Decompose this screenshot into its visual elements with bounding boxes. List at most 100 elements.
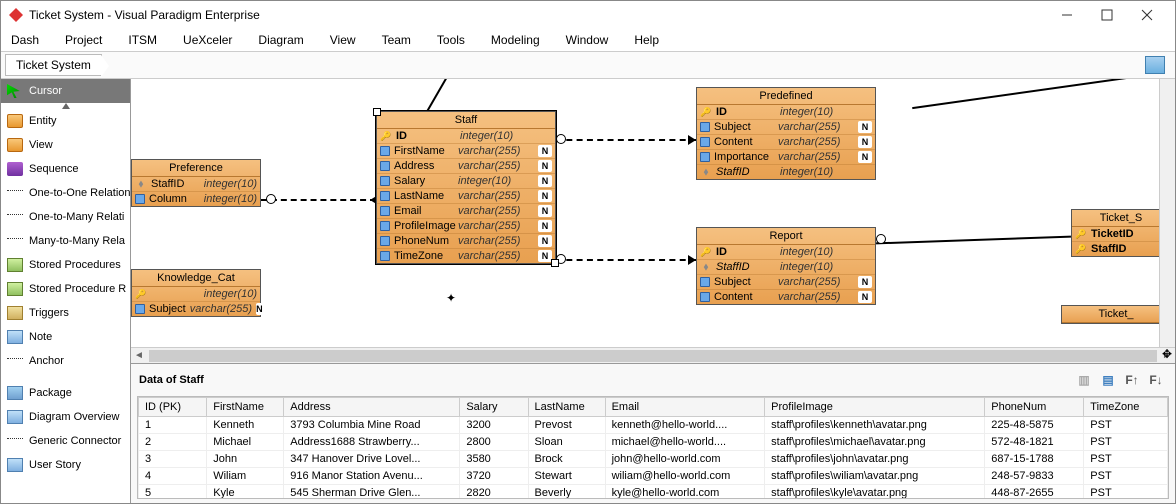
entity-column[interactable]: Contentvarchar(255)N — [697, 135, 875, 150]
grid-cell[interactable]: staff\profiles\kyle\avatar.png — [765, 485, 985, 500]
menu-team[interactable]: Team — [382, 33, 411, 47]
table-row[interactable]: 1Kenneth3793 Columbia Mine Road3200Prevo… — [139, 417, 1168, 434]
entity-column[interactable]: Columninteger(10) — [132, 192, 260, 206]
grid-cell[interactable]: Beverly — [528, 485, 605, 500]
grid-cell[interactable]: PST — [1084, 417, 1168, 434]
diagram-tool-icon[interactable] — [1145, 56, 1165, 74]
palette-entity[interactable]: Entity — [1, 109, 130, 133]
entity-column[interactable]: Importancevarchar(255)N — [697, 150, 875, 165]
grid-cell[interactable]: 225-48-5875 — [985, 417, 1084, 434]
diagram-canvas[interactable]: ✦ PreferenceStaffIDinteger(10)Columninte… — [131, 79, 1175, 347]
entity-staff[interactable]: StaffIDinteger(10)FirstNamevarchar(255)N… — [376, 111, 556, 264]
palette-user-story[interactable]: User Story — [1, 453, 130, 477]
grid-cell[interactable]: 248-57-9833 — [985, 468, 1084, 485]
grid-cell[interactable]: kyle@hello-world.com — [605, 485, 765, 500]
grid-header[interactable]: TimeZone — [1084, 398, 1168, 417]
grid-cell[interactable]: Michael — [207, 434, 284, 451]
palette-cursor[interactable]: Cursor — [1, 79, 130, 103]
search-data-icon[interactable]: ▤ — [1097, 370, 1119, 390]
entity-report[interactable]: ReportIDinteger(10)StaffIDinteger(10)Sub… — [696, 227, 876, 305]
grid-cell[interactable]: 3720 — [460, 468, 528, 485]
grid-header[interactable]: Salary — [460, 398, 528, 417]
grid-cell[interactable]: Brock — [528, 451, 605, 468]
grid-cell[interactable]: 5 — [139, 485, 207, 500]
grid-header[interactable]: PhoneNum — [985, 398, 1084, 417]
entity-column[interactable]: TimeZonevarchar(255)N — [377, 249, 555, 263]
grid-cell[interactable]: PST — [1084, 485, 1168, 500]
grid-cell[interactable]: 3200 — [460, 417, 528, 434]
menu-uexceler[interactable]: UeXceler — [183, 33, 232, 47]
grid-header[interactable]: LastName — [528, 398, 605, 417]
palette-many-to-many-rela[interactable]: Many-to-Many Rela — [1, 229, 130, 253]
menu-modeling[interactable]: Modeling — [491, 33, 540, 47]
maximize-button[interactable] — [1087, 3, 1127, 27]
palette-stored-procedure-r[interactable]: Stored Procedure R — [1, 277, 130, 301]
entity-column[interactable]: StaffIDinteger(10) — [697, 165, 875, 179]
entity-column[interactable]: StaffIDinteger(10) — [697, 260, 875, 275]
menu-tools[interactable]: Tools — [437, 33, 465, 47]
entity-column[interactable]: integer(10) — [132, 287, 260, 302]
scroll-thumb[interactable] — [149, 350, 1157, 362]
grid-cell[interactable]: michael@hello-world.... — [605, 434, 765, 451]
table-row[interactable]: 4Wiliam916 Manor Station Avenu...3720Ste… — [139, 468, 1168, 485]
entity-column[interactable]: TicketID — [1072, 227, 1170, 242]
grid-cell[interactable]: 2 — [139, 434, 207, 451]
grid-cell[interactable]: Wiliam — [207, 468, 284, 485]
pan-handle-icon[interactable]: ✥ — [1159, 347, 1175, 363]
horizontal-scrollbar[interactable]: ◄ ► — [131, 347, 1175, 363]
palette-triggers[interactable]: Triggers — [1, 301, 130, 325]
connector-port[interactable] — [876, 234, 886, 244]
minimize-button[interactable] — [1047, 3, 1087, 27]
grid-header[interactable]: Address — [284, 398, 460, 417]
font-decrease-icon[interactable]: F↓ — [1145, 370, 1167, 390]
entity-column[interactable]: Emailvarchar(255)N — [377, 204, 555, 219]
entity-column[interactable]: Addressvarchar(255)N — [377, 159, 555, 174]
palette-anchor[interactable]: Anchor — [1, 349, 130, 373]
grid-cell[interactable]: staff\profiles\john\avatar.png — [765, 451, 985, 468]
entity-column[interactable]: IDinteger(10) — [697, 245, 875, 260]
entity-column[interactable]: IDinteger(10) — [697, 105, 875, 120]
entity-column[interactable]: Subjectvarchar(255)N — [132, 302, 260, 316]
entity-column[interactable]: LastNamevarchar(255)N — [377, 189, 555, 204]
connector[interactable] — [556, 139, 696, 141]
grid-cell[interactable]: 2800 — [460, 434, 528, 451]
entity-ticket_s[interactable]: Ticket_STicketIDStaffID — [1071, 209, 1171, 257]
connector[interactable] — [876, 236, 1071, 245]
grid-cell[interactable]: 4 — [139, 468, 207, 485]
palette-stored-procedures[interactable]: Stored Procedures — [1, 253, 130, 277]
grid-cell[interactable]: PST — [1084, 468, 1168, 485]
grid-cell[interactable]: 545 Sherman Drive Glen... — [284, 485, 460, 500]
connector[interactable] — [556, 259, 696, 261]
grid-cell[interactable]: kenneth@hello-world.... — [605, 417, 765, 434]
connector-port[interactable]: ✦ — [446, 294, 456, 304]
menu-dash[interactable]: Dash — [11, 33, 39, 47]
entity-column[interactable]: PhoneNumvarchar(255)N — [377, 234, 555, 249]
palette-one-to-one-relation[interactable]: One-to-One Relation — [1, 181, 130, 205]
grid-cell[interactable]: wiliam@hello-world.com — [605, 468, 765, 485]
grid-cell[interactable]: Kenneth — [207, 417, 284, 434]
grid-header[interactable]: ProfileImage — [765, 398, 985, 417]
grid-cell[interactable]: 3 — [139, 451, 207, 468]
menu-view[interactable]: View — [330, 33, 356, 47]
grid-cell[interactable]: John — [207, 451, 284, 468]
table-row[interactable]: 2MichaelAddress1688 Strawberry...2800Slo… — [139, 434, 1168, 451]
grid-cell[interactable]: Kyle — [207, 485, 284, 500]
grid-cell[interactable]: 3793 Columbia Mine Road — [284, 417, 460, 434]
grid-cell[interactable]: 347 Hanover Drive Lovel... — [284, 451, 460, 468]
grid-header[interactable]: Email — [605, 398, 765, 417]
palette-note[interactable]: Note — [1, 325, 130, 349]
entity-column[interactable]: Contentvarchar(255)N — [697, 290, 875, 304]
grid-cell[interactable]: 572-48-1821 — [985, 434, 1084, 451]
entity-column[interactable]: Salaryinteger(10)N — [377, 174, 555, 189]
table-row[interactable]: 3John347 Hanover Drive Lovel...3580Brock… — [139, 451, 1168, 468]
entity-column[interactable]: StaffIDinteger(10) — [132, 177, 260, 192]
entity-column[interactable]: ProfileImagevarchar(255)N — [377, 219, 555, 234]
grid-cell[interactable]: 916 Manor Station Avenu... — [284, 468, 460, 485]
menu-itsm[interactable]: ITSM — [128, 33, 157, 47]
grid-header[interactable]: ID (PK) — [139, 398, 207, 417]
table-row[interactable]: 5Kyle545 Sherman Drive Glen...2820Beverl… — [139, 485, 1168, 500]
vertical-scrollbar[interactable] — [1159, 79, 1175, 347]
breadcrumb-item[interactable]: Ticket System — [5, 54, 102, 76]
palette-diagram-overview[interactable]: Diagram Overview — [1, 405, 130, 429]
entity-ticket[interactable]: Ticket_ — [1061, 305, 1171, 324]
